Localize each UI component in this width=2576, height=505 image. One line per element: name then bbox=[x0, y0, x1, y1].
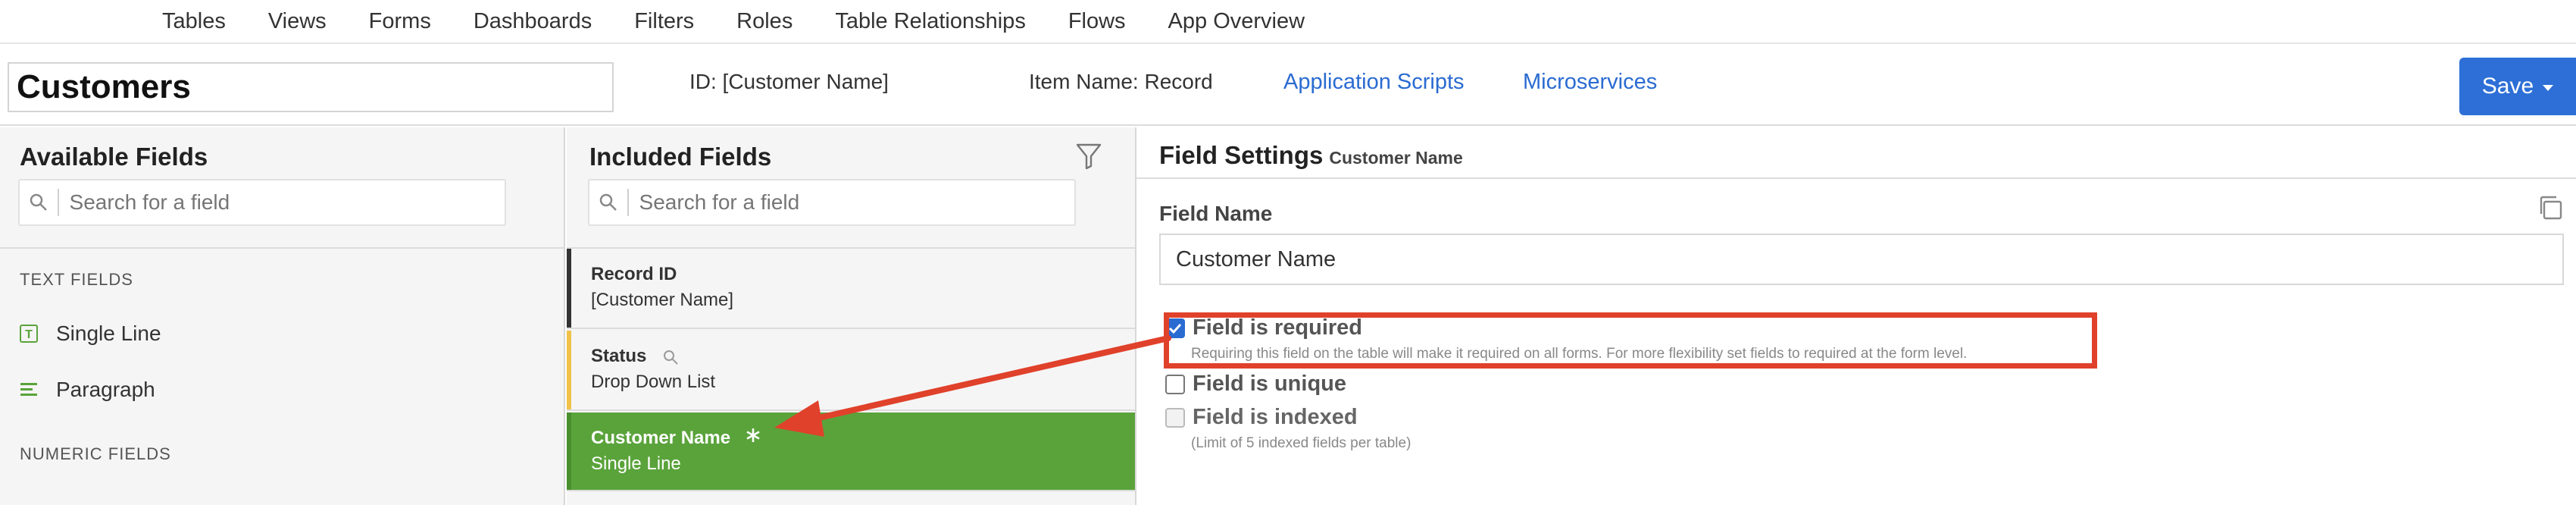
copy-icon[interactable] bbox=[2537, 194, 2564, 221]
included-field-status[interactable]: Status Drop Down List bbox=[567, 331, 1135, 411]
field-type-paragraph[interactable]: Paragraph bbox=[20, 378, 155, 402]
paragraph-icon bbox=[20, 383, 37, 396]
divider bbox=[1136, 177, 2576, 179]
field-indexed-help: (Limit of 5 indexed fields per table) bbox=[1191, 435, 1411, 451]
field-name: Record ID bbox=[591, 264, 677, 284]
available-fields-panel: Available Fields TEXT FIELDS T Single Li… bbox=[0, 127, 565, 505]
field-indexed-label: Field is indexed bbox=[1193, 405, 1358, 429]
save-button[interactable]: Save bbox=[2459, 58, 2576, 115]
nav-roles[interactable]: Roles bbox=[736, 9, 792, 34]
field-unique-label: Field is unique bbox=[1193, 372, 1347, 396]
field-unique-option[interactable]: Field is unique bbox=[1165, 372, 1346, 397]
field-settings-heading: Field Settings bbox=[1159, 141, 1324, 169]
save-button-label: Save bbox=[2481, 74, 2534, 99]
nav-forms[interactable]: Forms bbox=[369, 9, 431, 34]
included-search[interactable] bbox=[588, 179, 1076, 226]
field-name-label: Field Name bbox=[1159, 202, 1273, 225]
category-text-fields: TEXT FIELDS bbox=[20, 270, 133, 289]
field-type-single-line[interactable]: T Single Line bbox=[20, 322, 161, 346]
text-field-icon: T bbox=[20, 325, 38, 343]
included-search-input[interactable] bbox=[628, 190, 1074, 215]
field-color-bar bbox=[567, 249, 571, 328]
field-settings-title: Field Settings Customer Name bbox=[1159, 141, 1463, 170]
field-type-label: Single Line bbox=[56, 322, 161, 345]
nav-flows[interactable]: Flows bbox=[1068, 9, 1126, 34]
included-fields-panel: Included Fields Record ID [Customer Name… bbox=[567, 127, 1136, 505]
required-asterisk-icon bbox=[746, 428, 760, 442]
field-type: [Customer Name] bbox=[591, 290, 734, 310]
field-settings-subtitle: Customer Name bbox=[1329, 148, 1463, 168]
field-indexed-checkbox[interactable] bbox=[1165, 407, 1185, 428]
available-fields-title: Available Fields bbox=[20, 143, 208, 171]
top-nav: Tables Views Forms Dashboards Filters Ro… bbox=[0, 0, 2576, 44]
search-icon bbox=[589, 189, 629, 216]
svg-text:T: T bbox=[25, 328, 33, 341]
nav-app-overview[interactable]: App Overview bbox=[1168, 9, 1305, 34]
annotation-highlight-box bbox=[1164, 312, 2097, 369]
category-numeric-fields: NUMERIC FIELDS bbox=[20, 444, 171, 463]
application-scripts-link[interactable]: Application Scripts bbox=[1283, 70, 1465, 95]
field-unique-checkbox[interactable] bbox=[1165, 374, 1185, 394]
nav-dashboards[interactable]: Dashboards bbox=[474, 9, 592, 34]
filter-icon[interactable] bbox=[1076, 143, 1102, 170]
table-header: Customers ID: [Customer Name] Item Name:… bbox=[0, 45, 2576, 126]
included-fields-title: Included Fields bbox=[589, 143, 772, 171]
search-icon bbox=[20, 189, 59, 216]
included-field-customer-name[interactable]: Customer Name Single Line bbox=[567, 412, 1135, 491]
nav-filters[interactable]: Filters bbox=[634, 9, 694, 34]
nav-tables[interactable]: Tables bbox=[162, 9, 226, 34]
item-name-text: Item Name: Record bbox=[1029, 70, 1213, 93]
divider bbox=[0, 247, 564, 249]
search-indexed-icon bbox=[664, 350, 678, 365]
field-color-bar bbox=[567, 412, 571, 490]
field-type-label: Paragraph bbox=[56, 378, 155, 401]
nav-views[interactable]: Views bbox=[268, 9, 327, 34]
field-type: Drop Down List bbox=[591, 372, 716, 392]
field-indexed-option[interactable]: Field is indexed bbox=[1165, 405, 1358, 430]
table-title-input[interactable]: Customers bbox=[8, 62, 614, 112]
field-color-bar bbox=[567, 331, 571, 409]
available-search[interactable] bbox=[18, 179, 506, 226]
chevron-down-icon bbox=[2543, 85, 2554, 91]
nav-table-relationships[interactable]: Table Relationships bbox=[835, 9, 1025, 34]
table-id-text: ID: [Customer Name] bbox=[689, 70, 889, 93]
included-field-record-id[interactable]: Record ID [Customer Name] bbox=[567, 249, 1135, 329]
field-type: Single Line bbox=[591, 453, 681, 474]
field-name: Status bbox=[591, 346, 647, 366]
microservices-link[interactable]: Microservices bbox=[1523, 70, 1657, 95]
field-name: Customer Name bbox=[591, 428, 731, 448]
available-search-input[interactable] bbox=[58, 190, 505, 215]
field-name-input[interactable]: Customer Name bbox=[1159, 234, 2564, 285]
